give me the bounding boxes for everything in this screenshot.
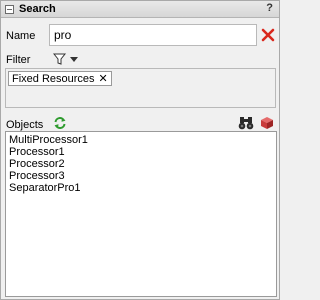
find-button[interactable]: [238, 116, 254, 130]
objects-label: Objects: [6, 119, 44, 131]
filter-chip-label: Fixed Resources: [12, 73, 95, 85]
select-objects-button[interactable]: [260, 116, 274, 130]
refresh-icon: [54, 117, 66, 129]
chip-remove-icon[interactable]: ✕: [99, 73, 108, 85]
name-input[interactable]: [49, 24, 257, 46]
cube-icon: [261, 117, 273, 129]
filter-dropdown-button[interactable]: [52, 52, 81, 66]
collapse-icon[interactable]: [5, 5, 14, 14]
close-icon: [261, 28, 275, 42]
help-button[interactable]: ?: [266, 2, 273, 14]
name-label: Name: [6, 30, 36, 42]
list-item[interactable]: Processor2: [8, 158, 274, 170]
list-item[interactable]: Processor1: [8, 146, 274, 158]
panel-title: Search: [19, 3, 56, 15]
clear-name-button[interactable]: [261, 27, 275, 43]
filter-label: Filter: [6, 54, 31, 66]
search-panel: Search ? Name Filter Fixed Resources ✕ O…: [0, 0, 280, 300]
objects-list[interactable]: MultiProcessor1 Processor1 Processor2 Pr…: [5, 131, 277, 297]
panel-titlebar: Search ?: [1, 1, 279, 18]
list-item[interactable]: MultiProcessor1: [8, 134, 274, 146]
funnel-icon: [52, 53, 78, 65]
filter-chip-area: Fixed Resources ✕: [5, 68, 276, 108]
list-item[interactable]: Processor3: [8, 170, 274, 182]
filter-chip: Fixed Resources ✕: [8, 71, 112, 86]
binoculars-icon: [238, 117, 254, 130]
refresh-button[interactable]: [53, 116, 67, 130]
list-item[interactable]: SeparatorPro1: [8, 182, 274, 194]
